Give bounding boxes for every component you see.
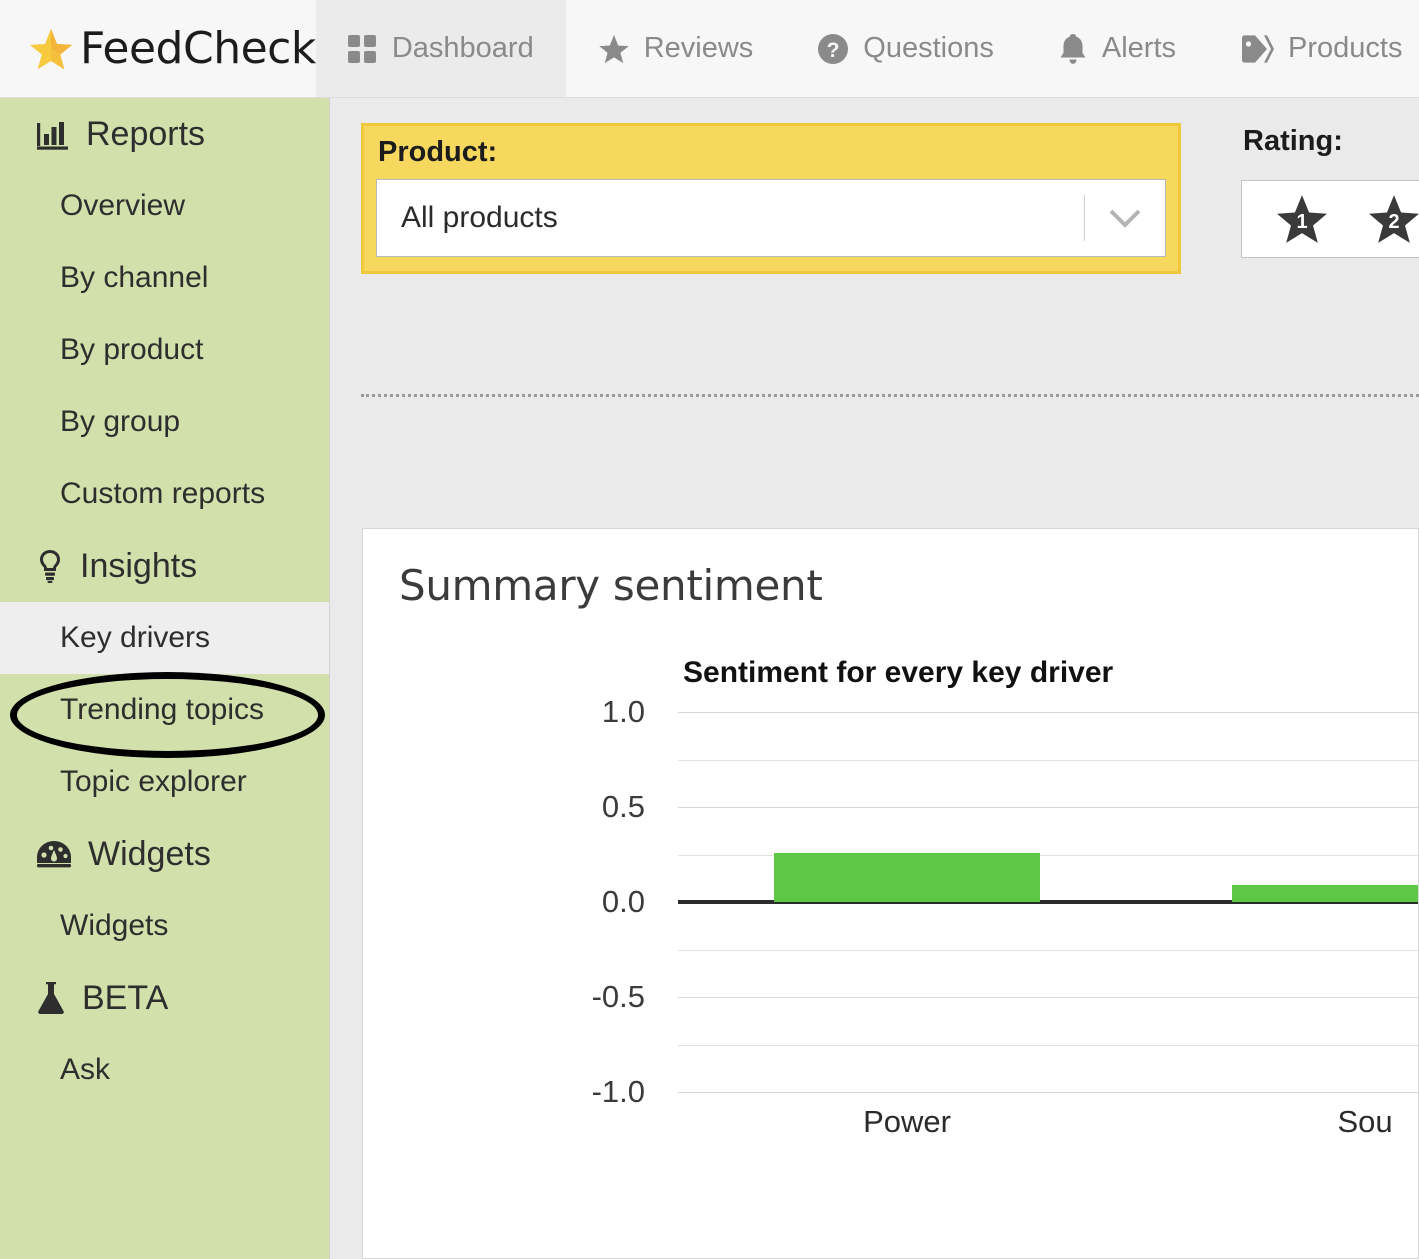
nav-item-questions[interactable]: ? Questions <box>785 0 1026 97</box>
sidebar: Reports Overview By channel By product B… <box>0 98 330 1259</box>
sidebar-item-label: Ask <box>60 1053 111 1086</box>
sidebar-item-label: Trending topics <box>60 693 264 726</box>
page-title: Summary sentiment <box>399 561 823 610</box>
rating-star-2[interactable]: 2 <box>1368 193 1419 245</box>
rating-star-group: 1 2 <box>1241 180 1419 258</box>
summary-sentiment-card: Summary sentiment Sentiment for every ke… <box>362 528 1419 1259</box>
sidebar-item-by-channel[interactable]: By channel <box>0 242 329 314</box>
sidebar-item-custom-reports[interactable]: Custom reports <box>0 458 329 530</box>
sidebar-item-label: By group <box>60 405 181 438</box>
sidebar-group-label: Widgets <box>88 834 211 873</box>
bar-chart-icon <box>36 117 70 151</box>
sidebar-item-label: Widgets <box>60 909 169 942</box>
svg-text:?: ? <box>827 39 840 62</box>
sidebar-item-ask[interactable]: Ask <box>0 1034 329 1106</box>
nav-item-products[interactable]: Products <box>1208 0 1419 97</box>
nav-item-reviews[interactable]: Reviews <box>566 0 786 97</box>
rating-star-1-label: 1 <box>1296 211 1308 233</box>
product-filter-label: Product: <box>378 136 498 168</box>
sidebar-item-by-group[interactable]: By group <box>0 386 329 458</box>
product-select-value: All products <box>401 201 558 234</box>
nav-label: Reviews <box>643 32 754 64</box>
y-axis-tick-label: -1.0 <box>591 1074 645 1109</box>
bell-icon <box>1058 33 1088 65</box>
sidebar-group-reports[interactable]: Reports <box>0 98 329 170</box>
sidebar-item-by-product[interactable]: By product <box>0 314 329 386</box>
nav-label: Dashboard <box>391 32 534 64</box>
chart-bars <box>678 712 1418 1092</box>
y-axis-tick-label: 0.5 <box>601 789 645 824</box>
section-divider <box>361 394 1419 397</box>
sentiment-bar-chart: 1.0 0.5 0.0 -0.5 -1.0 Power Sou <box>363 694 1418 1154</box>
sidebar-item-label: By channel <box>60 261 209 294</box>
bar-power[interactable] <box>774 852 1040 902</box>
y-axis-tick-label: 0.0 <box>601 884 645 919</box>
main-content: Product: All products Rating: 1 2 Summar… <box>331 98 1419 1259</box>
x-axis-labels: Power Sou <box>678 1104 1418 1154</box>
app-root: FeedCheck Dashboard Reviews ? Questions … <box>0 0 1419 1259</box>
sidebar-item-widgets[interactable]: Widgets <box>0 890 329 962</box>
y-axis-tick-label: 1.0 <box>601 694 645 729</box>
tag-icon <box>1240 34 1275 64</box>
rating-star-2-label: 2 <box>1388 211 1400 233</box>
x-axis-tick-label: Power <box>863 1104 951 1139</box>
question-circle-icon: ? <box>817 33 849 65</box>
sidebar-group-widgets[interactable]: Widgets <box>0 818 329 890</box>
sidebar-item-label: Overview <box>60 189 186 222</box>
sidebar-group-label: Reports <box>86 114 206 153</box>
brand-name: FeedCheck <box>80 22 316 74</box>
sidebar-item-label: Custom reports <box>60 477 266 510</box>
sidebar-item-key-drivers[interactable]: Key drivers <box>0 602 329 674</box>
sidebar-item-label: Topic explorer <box>60 765 247 798</box>
star-icon <box>598 33 630 65</box>
sidebar-item-trending-topics[interactable]: Trending topics <box>0 674 329 746</box>
chart-title: Sentiment for every key driver <box>683 656 1114 689</box>
chevron-down-icon[interactable] <box>1085 207 1165 229</box>
filter-bar: Product: All products Rating: 1 2 <box>331 98 1419 274</box>
flask-icon <box>36 981 66 1015</box>
sidebar-group-insights[interactable]: Insights <box>0 530 329 602</box>
rating-star-1[interactable]: 1 <box>1276 193 1328 245</box>
nav-label: Products <box>1288 32 1403 64</box>
sidebar-item-label: Key drivers <box>60 621 211 654</box>
gridline-major <box>678 1092 1418 1093</box>
nav-item-alerts[interactable]: Alerts <box>1026 0 1208 97</box>
y-axis-labels: 1.0 0.5 0.0 -0.5 -1.0 <box>363 694 673 1109</box>
gauge-icon <box>36 839 72 869</box>
x-axis-tick-label: Sou <box>1337 1104 1393 1139</box>
grid-icon <box>347 34 378 64</box>
rating-filter: Rating: 1 2 <box>1241 123 1419 258</box>
sidebar-item-overview[interactable]: Overview <box>0 170 329 242</box>
star-icon <box>28 26 74 72</box>
brand-logo[interactable]: FeedCheck <box>0 0 316 97</box>
sidebar-item-topic-explorer[interactable]: Topic explorer <box>0 746 329 818</box>
y-axis-tick-label: -0.5 <box>591 979 645 1014</box>
top-navigation-bar: FeedCheck Dashboard Reviews ? Questions … <box>0 0 1419 98</box>
sidebar-item-label: By product <box>60 333 204 366</box>
product-filter: Product: All products <box>361 123 1181 274</box>
bar-sou[interactable] <box>1232 884 1418 902</box>
nav-item-dashboard[interactable]: Dashboard <box>315 0 566 97</box>
rating-filter-label: Rating: <box>1243 125 1343 157</box>
sidebar-group-label: BETA <box>82 978 169 1017</box>
nav-items: Dashboard Reviews ? Questions Alerts Pro… <box>315 0 1419 97</box>
sidebar-group-beta[interactable]: BETA <box>0 962 329 1034</box>
nav-label: Alerts <box>1101 32 1177 64</box>
product-select[interactable]: All products <box>376 179 1166 257</box>
nav-label: Questions <box>863 32 994 64</box>
sidebar-group-label: Insights <box>80 546 198 585</box>
lightbulb-icon <box>36 549 64 583</box>
